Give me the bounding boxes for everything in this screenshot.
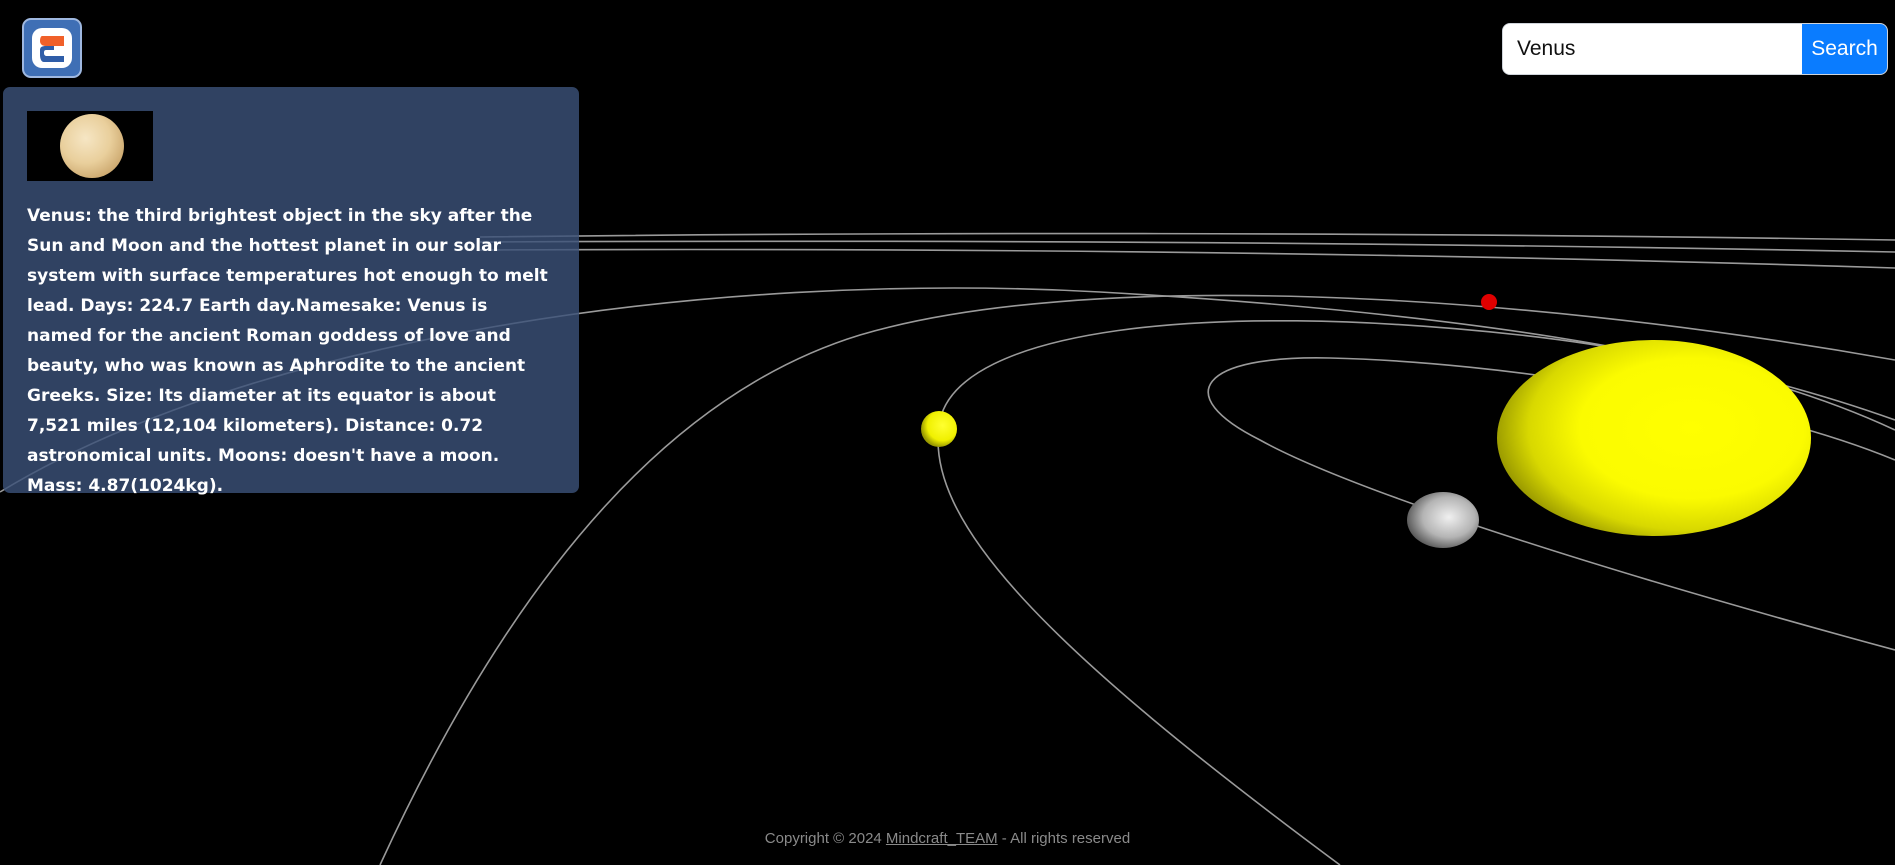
footer: Copyright © 2024 Mindcraft_TEAM - All ri… bbox=[0, 830, 1895, 847]
search-button[interactable]: Search bbox=[1802, 24, 1887, 74]
moon-planet[interactable] bbox=[1407, 492, 1479, 548]
search-input[interactable] bbox=[1503, 24, 1802, 74]
app-logo[interactable] bbox=[22, 18, 82, 78]
search-bar: Search bbox=[1502, 23, 1888, 75]
planet-description: Venus: the third brightest object in the… bbox=[27, 206, 548, 496]
logo-icon bbox=[32, 28, 72, 68]
venus-planet[interactable] bbox=[921, 411, 957, 447]
footer-rights: - All rights reserved bbox=[1001, 830, 1131, 847]
venus-thumbnail-image bbox=[27, 111, 153, 181]
footer-team-link[interactable]: Mindcraft_TEAM bbox=[886, 830, 998, 847]
mars-planet[interactable] bbox=[1481, 294, 1497, 310]
footer-copyright: Copyright © 2024 bbox=[764, 830, 882, 847]
planet-info-panel: Venus: the third brightest object in the… bbox=[3, 87, 579, 496]
sun[interactable] bbox=[1497, 340, 1811, 536]
